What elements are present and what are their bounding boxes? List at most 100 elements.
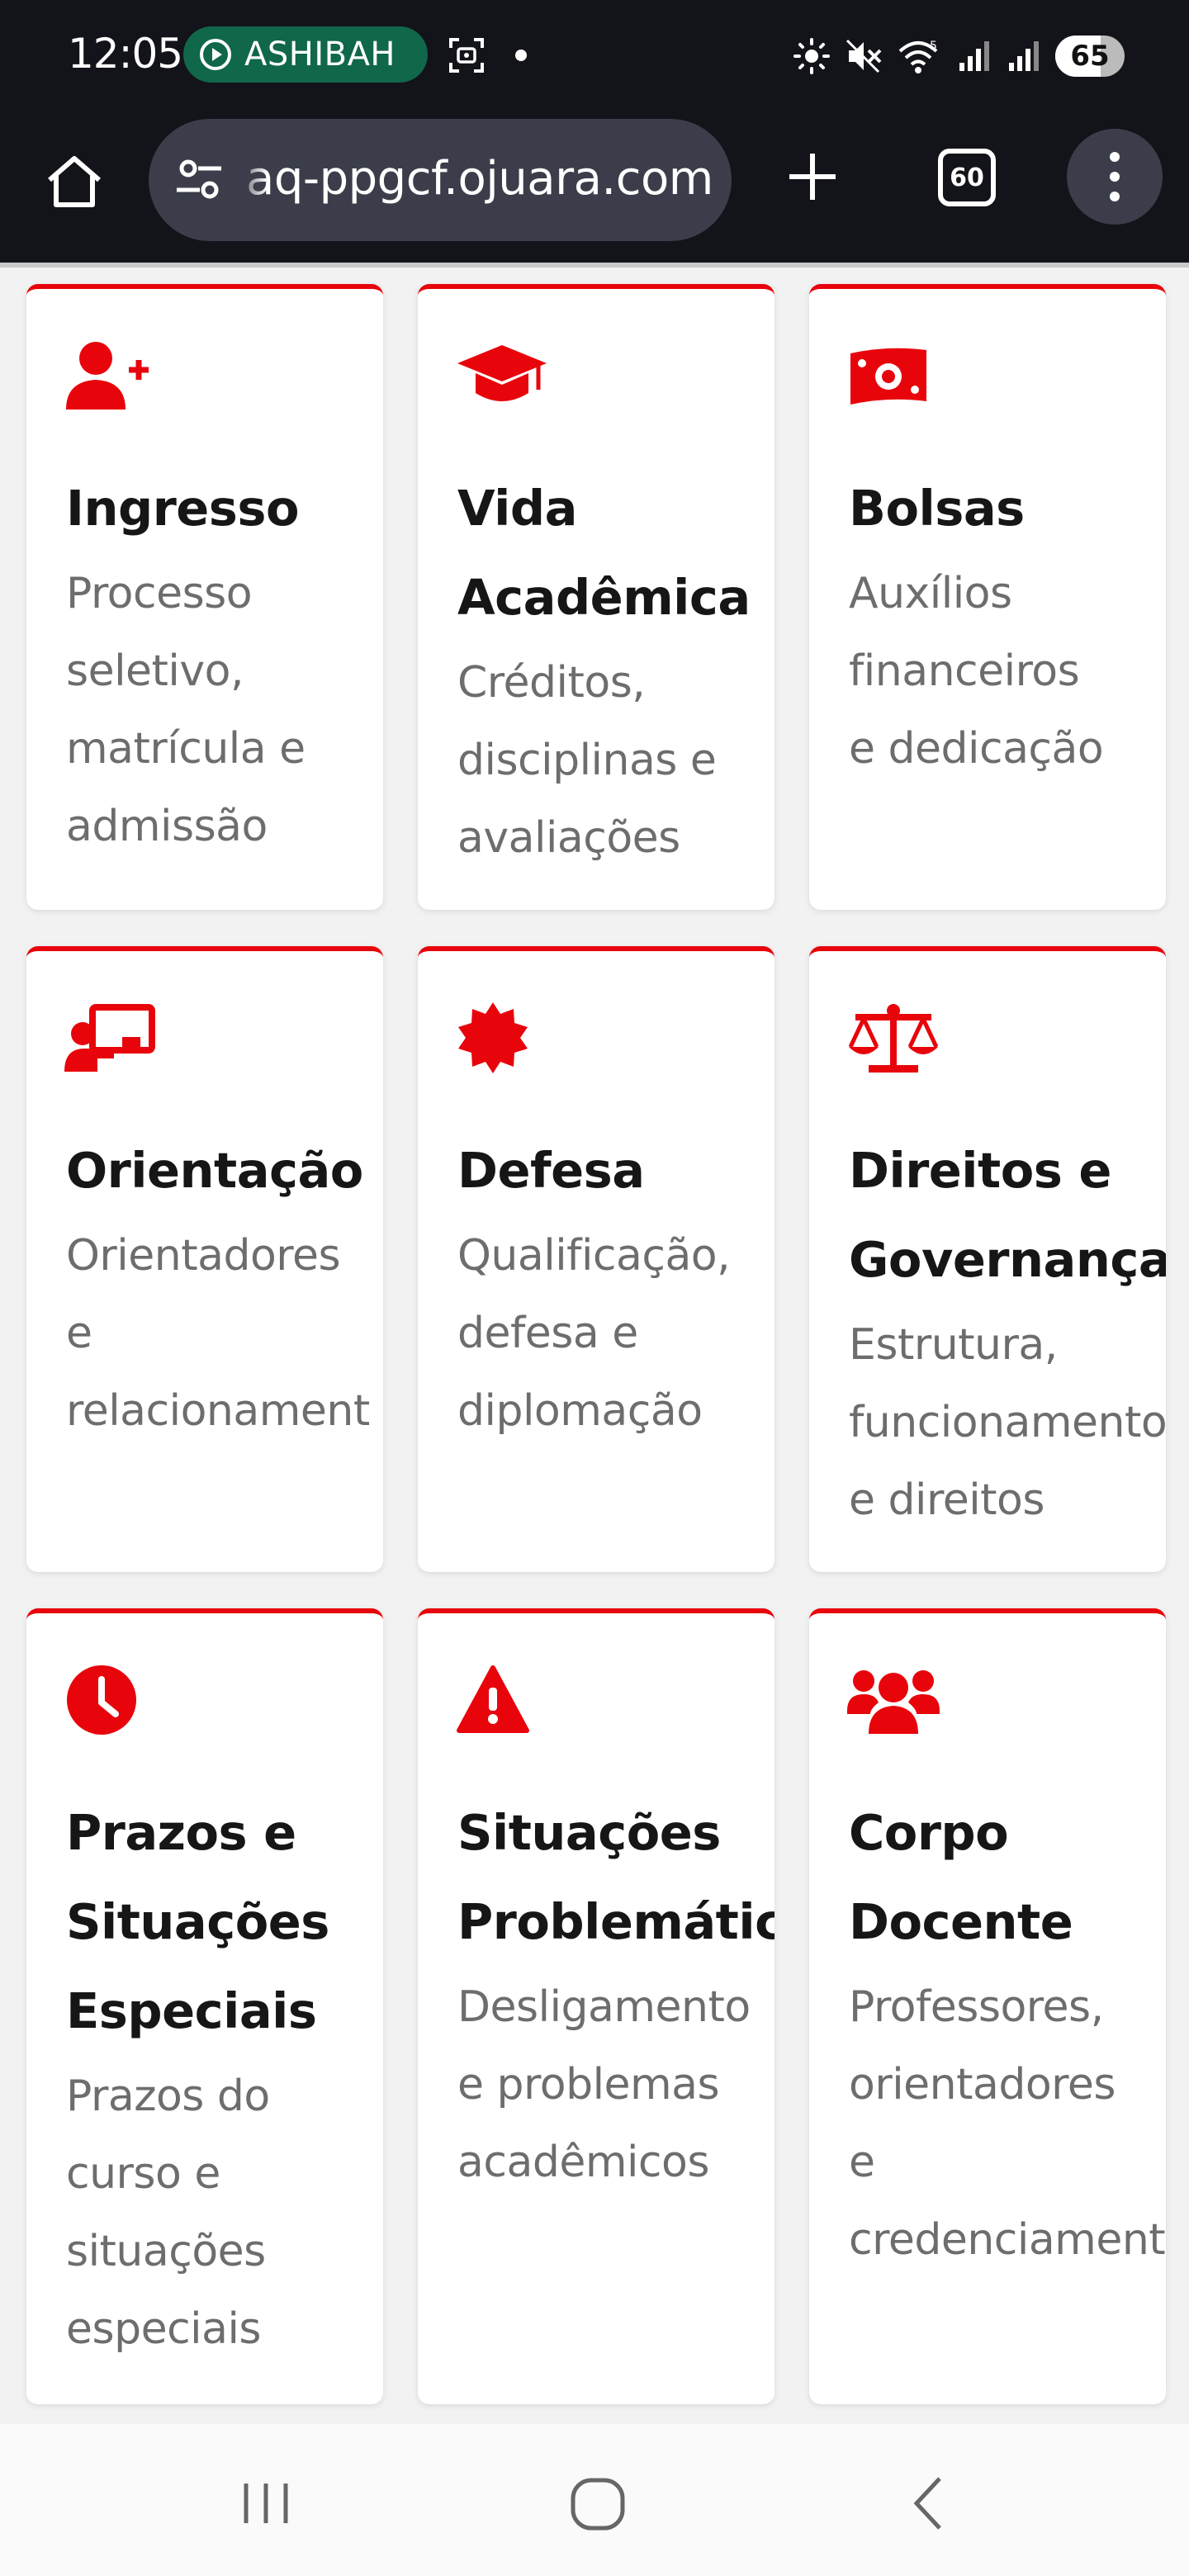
card-title: Defesa — [457, 1126, 645, 1215]
card-description-line: Orientadores — [66, 1231, 341, 1281]
address-bar[interactable]: aq-ppgcf.ojuara.com — [149, 119, 732, 241]
card-description: Prazos do curso e situações especiais — [66, 2057, 270, 2368]
card-description-line: e problemas — [457, 2060, 720, 2110]
topic-card[interactable]: Defesa Qualificação, defesa e diplomação — [418, 946, 775, 1572]
signal-icon — [959, 41, 989, 71]
svg-text:5: 5 — [930, 40, 937, 53]
card-description-line: situações — [66, 2227, 266, 2276]
card-description-line: matrícula e — [66, 724, 306, 774]
card-title-line: Situações — [457, 1804, 721, 1861]
card-description-line: disciplinas e — [457, 736, 717, 785]
card-description: Estrutura, funcionamento e direitos — [849, 1306, 1166, 1539]
card-description-line: e dedicação — [849, 724, 1104, 774]
certificate-badge-icon — [456, 1001, 530, 1075]
card-title-line: Especiais — [66, 1982, 317, 2039]
card-title: Orientação — [66, 1126, 363, 1215]
topic-card[interactable]: Situações Problemátic Desligamento e proble… — [418, 1608, 775, 2404]
card-title-line: Docente — [849, 1893, 1073, 1950]
more-vertical-icon[interactable] — [1067, 129, 1163, 225]
card-description-line: especiais — [66, 2304, 262, 2354]
card-description-line: Professores, — [849, 1982, 1104, 2032]
brightness-icon — [793, 38, 830, 74]
tabs-icon[interactable]: 60 — [938, 149, 996, 206]
card-title: Situações Problemátic — [457, 1788, 775, 1967]
topic-card[interactable]: Orientação Orientadores e relacionament — [26, 946, 383, 1572]
notification-dot-icon — [515, 50, 527, 61]
card-description-line: curso e — [66, 2149, 220, 2199]
card-description-line: avaliações — [457, 813, 680, 863]
clock-icon — [64, 1663, 139, 1737]
card-description-line: e — [849, 2138, 875, 2187]
card-description-line: orientadores — [849, 2060, 1116, 2110]
topic-card[interactable]: Prazos e Situações Especiais Prazos do curso… — [26, 1608, 383, 2404]
users-icon — [847, 1663, 940, 1737]
recording-indicator-pill[interactable]: ASHIBAH — [183, 26, 428, 83]
card-title-line: Defesa — [457, 1142, 645, 1199]
card-description: Auxílios financeiros e dedicação — [849, 555, 1104, 788]
card-description-line: e direitos — [849, 1475, 1045, 1525]
card-title-line: Orientação — [66, 1142, 363, 1199]
chalkboard-teacher-icon — [64, 1001, 155, 1075]
balance-scale-icon — [847, 1001, 940, 1075]
screenshot-icon — [449, 38, 484, 73]
topic-card[interactable]: Corpo Docente Professores, orientadores e cre… — [809, 1608, 1166, 2404]
card-description-line: relacionament — [66, 1386, 370, 1436]
battery-icon: 65 — [1055, 36, 1125, 77]
home-circle-icon[interactable] — [565, 2470, 631, 2536]
recording-app-label: ASHIBAH — [244, 36, 396, 73]
card-description-line: funcionamento — [849, 1398, 1166, 1447]
site-settings-icon[interactable] — [173, 155, 225, 205]
card-title-line: Ingresso — [66, 480, 300, 537]
card-title: Bolsas — [849, 464, 1025, 553]
tab-count: 60 — [950, 163, 984, 192]
card-description: Qualificação, defesa e diplomação — [457, 1217, 731, 1450]
plus-icon[interactable] — [784, 149, 841, 205]
topic-card[interactable]: Ingresso Processo seletivo, matrícula e admi… — [26, 284, 383, 910]
topic-card[interactable]: Direitos e Governança Estrutura, funcioname… — [809, 946, 1166, 1572]
card-title: Vida Acadêmica — [457, 464, 751, 642]
card-title-line: Situações — [66, 1893, 329, 1950]
back-icon[interactable] — [897, 2470, 963, 2536]
url-text[interactable]: aq-ppgcf.ojuara.com — [246, 152, 713, 206]
mute-icon — [846, 39, 882, 73]
card-description: Créditos, disciplinas e avaliações — [457, 644, 717, 877]
card-description-line: Créditos, — [457, 658, 646, 708]
card-title-line: Governança — [849, 1231, 1166, 1288]
card-title-line: Acadêmica — [457, 569, 751, 626]
browser-toolbar: aq-ppgcf.ojuara.com 60 — [0, 112, 1189, 268]
card-description-line: Processo — [66, 569, 253, 618]
card-title-line: Corpo — [849, 1804, 1009, 1861]
card-description-line: financeiros — [849, 646, 1080, 696]
card-description-line: Prazos do — [66, 2072, 270, 2121]
user-plus-icon — [64, 339, 155, 413]
topic-card[interactable]: Bolsas Auxílios financeiros e dedicação — [809, 284, 1166, 910]
card-description: Orientadores e relacionament — [66, 1217, 370, 1450]
card-description-line: Estrutura, — [849, 1320, 1058, 1370]
card-description-line: Qualificação, — [457, 1231, 731, 1281]
topics-grid: Ingresso Processo seletivo, matrícula e admi… — [0, 268, 1189, 2424]
card-title-line: Vida — [457, 480, 577, 537]
card-title: Direitos e Governança — [849, 1126, 1166, 1305]
system-navigation-bar — [0, 2424, 1189, 2576]
card-title: Prazos e Situações Especiais — [66, 1788, 329, 2056]
card-description-line: acadêmicos — [457, 2138, 709, 2187]
card-title: Corpo Docente — [849, 1788, 1073, 1967]
card-title-line: Bolsas — [849, 480, 1025, 537]
card-description-line: e — [66, 1309, 92, 1358]
topic-card[interactable]: Vida Acadêmica Créditos, disciplinas e avali… — [418, 284, 775, 910]
card-description-line: admissão — [66, 802, 268, 851]
card-description-line: Desligamento — [457, 1982, 751, 2032]
card-description-line: Auxílios — [849, 569, 1012, 618]
money-bill-icon — [847, 339, 930, 413]
home-icon[interactable] — [43, 150, 106, 213]
graduation-cap-icon — [456, 339, 548, 413]
card-description-line: diplomação — [457, 1386, 703, 1436]
recent-apps-icon[interactable] — [233, 2470, 299, 2536]
signal-icon — [1009, 41, 1039, 71]
play-icon — [200, 39, 231, 70]
card-description: Desligamento e problemas acadêmicos — [457, 1968, 751, 2201]
card-description-line: seletivo, — [66, 646, 244, 696]
card-title: Ingresso — [66, 464, 300, 553]
status-time: 12:05 — [68, 30, 183, 78]
warning-triangle-icon — [456, 1663, 530, 1737]
